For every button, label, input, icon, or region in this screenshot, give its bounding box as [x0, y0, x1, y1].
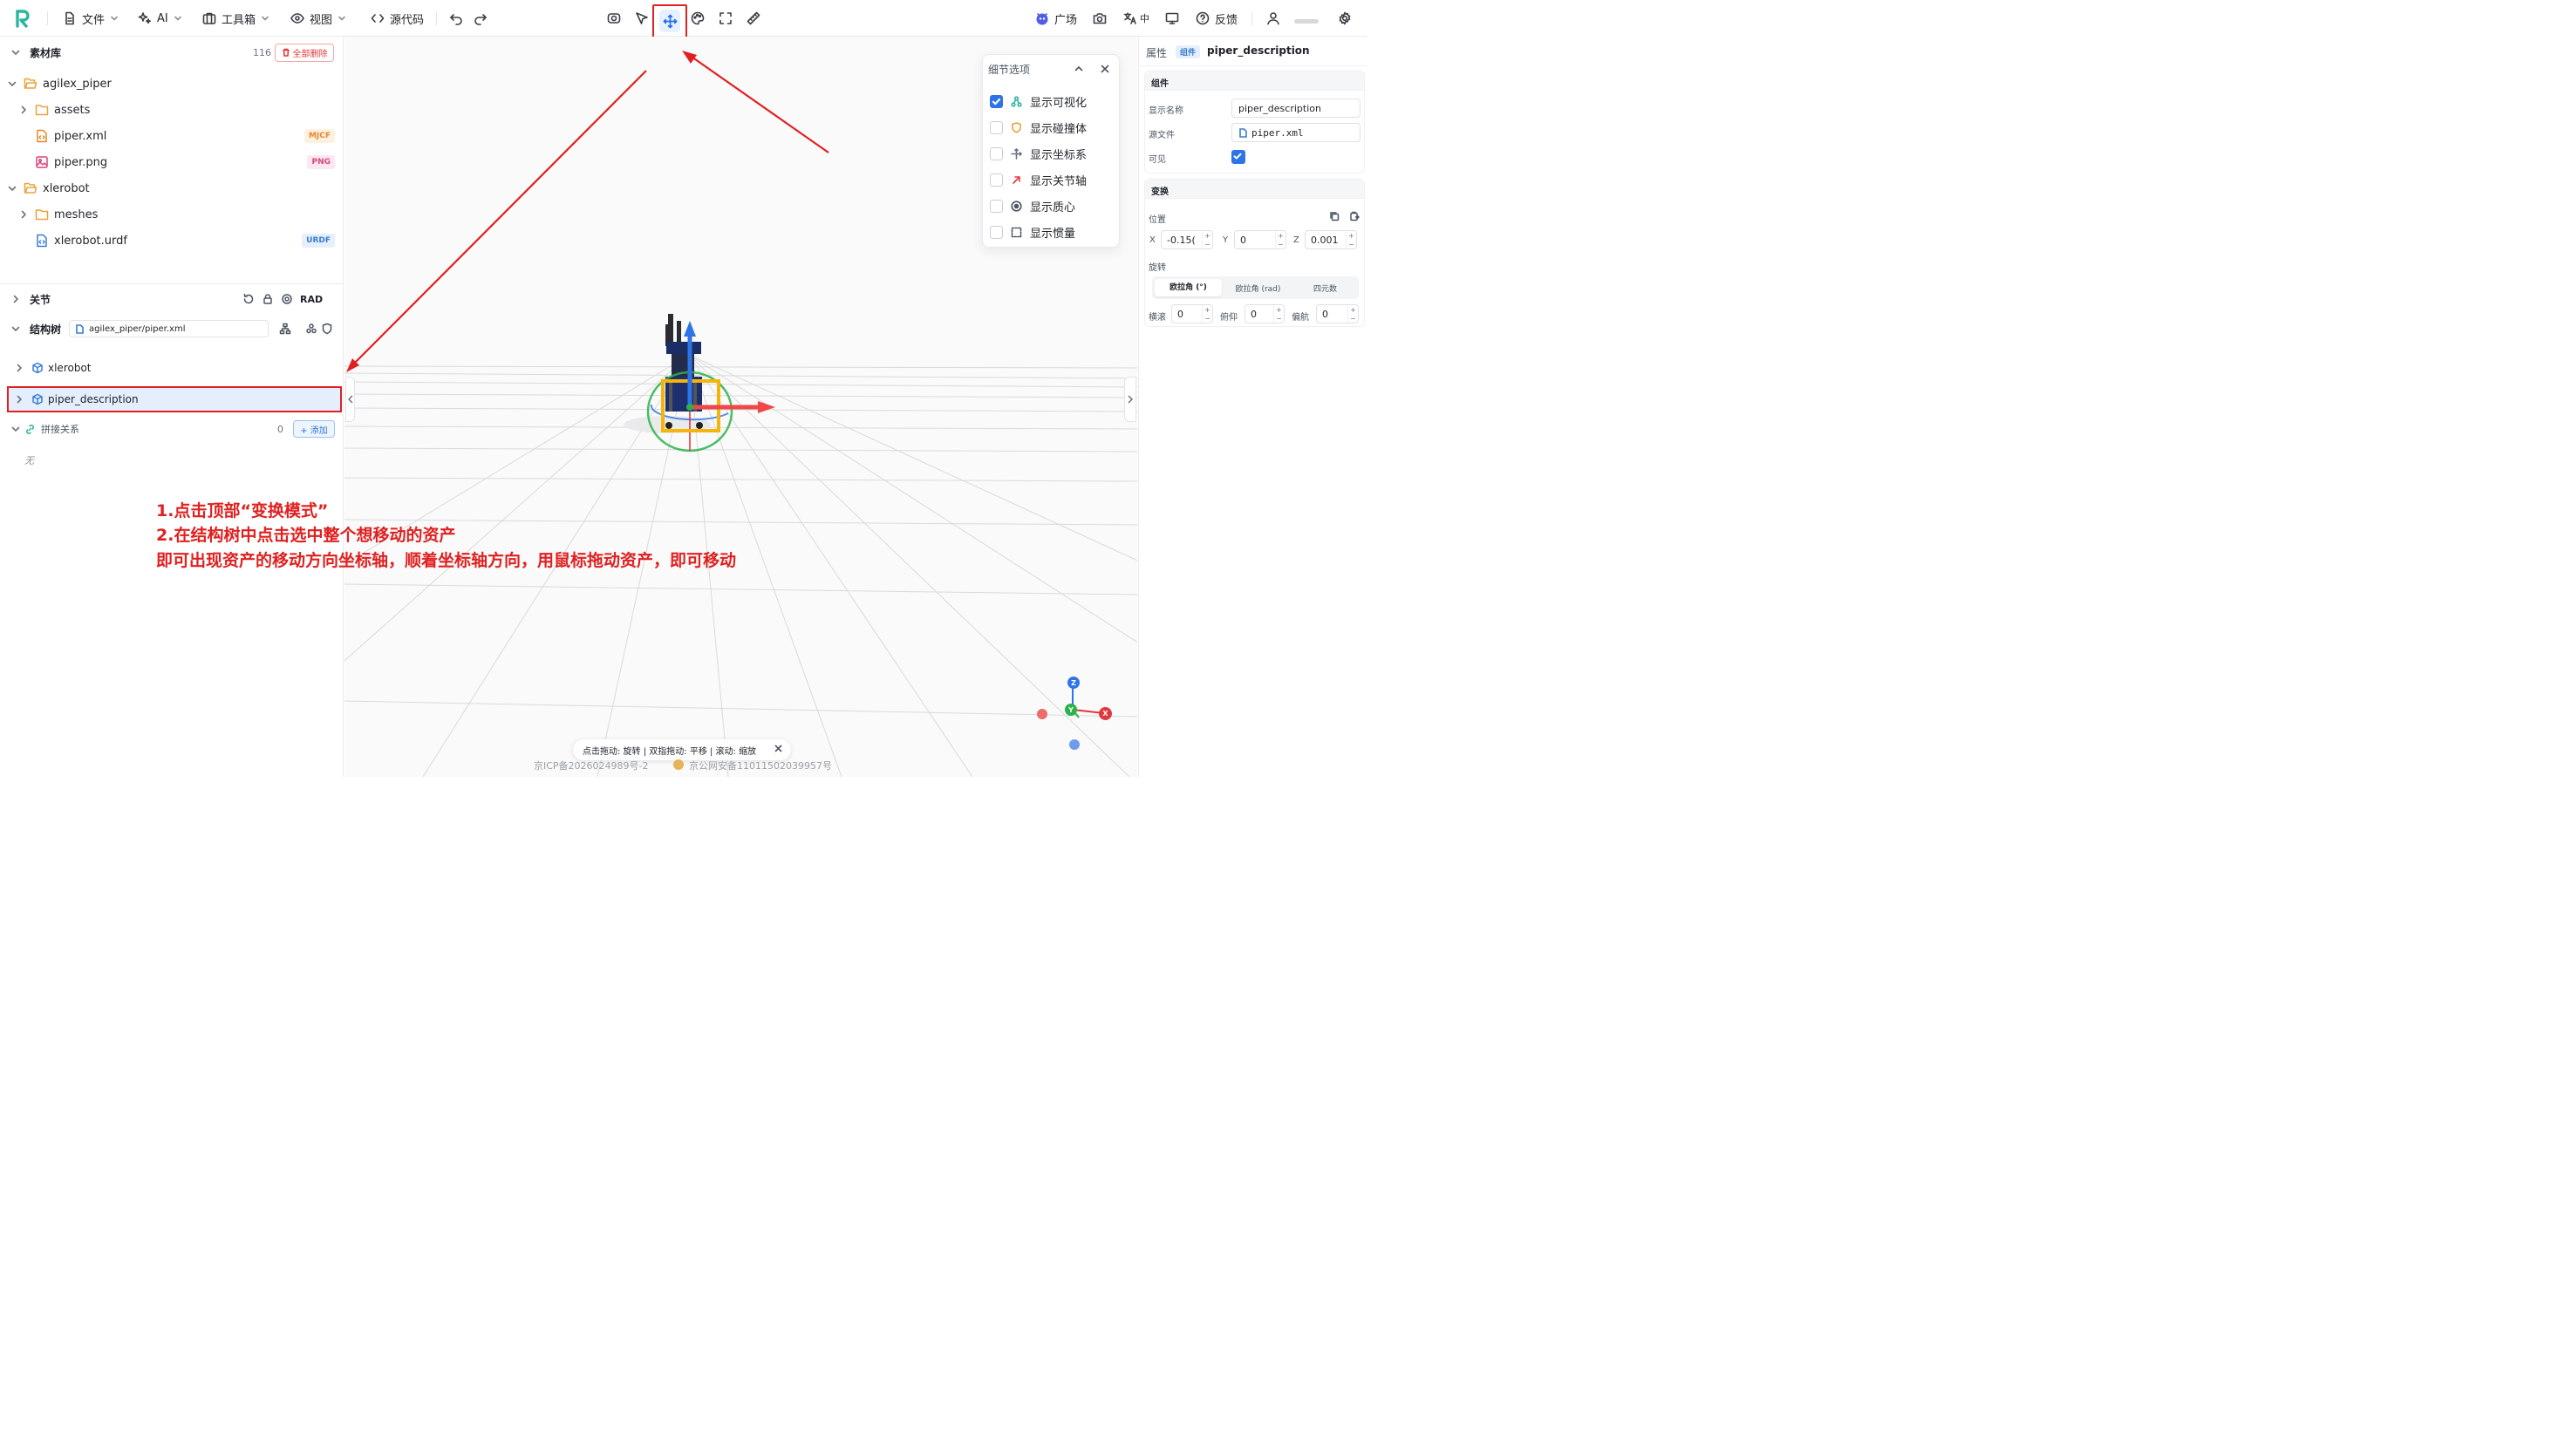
- source-file-field[interactable]: piper.xml: [1231, 123, 1360, 142]
- police-record-link[interactable]: 京公网安备11011502039957号: [689, 759, 832, 772]
- yaw-input[interactable]: 0 + −: [1316, 304, 1359, 323]
- number-stepper[interactable]: + −: [1273, 305, 1284, 323]
- transform-card: 变换 位置 X -0.15( + − Y 0 + − Z 0.001 + − 旋转 欧…: [1144, 179, 1365, 327]
- number-stepper[interactable]: + −: [1346, 231, 1356, 248]
- number-stepper[interactable]: + −: [1202, 231, 1212, 248]
- roll-input[interactable]: 0 + −: [1171, 304, 1213, 323]
- position-x-input[interactable]: -0.15( + −: [1161, 230, 1213, 249]
- instruction-line-2: 2.在结构树中点击选中整个想移动的资产: [156, 526, 456, 545]
- x-axis-label: X: [1149, 235, 1156, 245]
- z-axis-label: Z: [1293, 235, 1299, 245]
- police-badge-icon: [673, 759, 684, 770]
- number-stepper[interactable]: + −: [1202, 305, 1212, 323]
- target-icon: [1011, 200, 1022, 212]
- shield-icon: [1011, 121, 1022, 133]
- paste-icon[interactable]: [1349, 211, 1360, 221]
- component-card-title: 组件: [1145, 71, 1364, 91]
- gizmo-z-axis[interactable]: Z: [1067, 677, 1080, 689]
- yaw-label: 偏航: [1292, 313, 1309, 323]
- checkbox-unchecked[interactable]: [990, 225, 1003, 239]
- option-label: 显示质心: [1030, 201, 1076, 214]
- option-show-center-of-mass[interactable]: 显示质心: [990, 195, 1117, 216]
- option-label: 显示惯量: [1030, 227, 1076, 241]
- option-show-inertia[interactable]: 显示惯量: [990, 221, 1117, 242]
- rotation-mode-tabs: 欧拉角 (°) 欧拉角 (rad) 四元数: [1152, 276, 1359, 299]
- detail-options-header: 细节选项: [983, 55, 1121, 83]
- display-name-input[interactable]: piper_description: [1231, 99, 1360, 118]
- navigation-hint-text: 点击拖动: 旋转 | 双指拖动: 平移 | 滚动: 缩放: [583, 746, 757, 757]
- option-label: 显示碰撞体: [1030, 122, 1088, 136]
- arrow-up-right-icon: [1011, 174, 1022, 186]
- position-z-input[interactable]: 0.001 + −: [1305, 230, 1357, 249]
- checkbox-unchecked[interactable]: [990, 173, 1003, 187]
- option-show-collision[interactable]: 显示碰撞体: [990, 117, 1117, 138]
- copy-icon[interactable]: [1329, 211, 1340, 221]
- chevron-right-icon: [1127, 395, 1134, 404]
- position-x-value: -0.15(: [1167, 234, 1196, 246]
- display-name-label: 显示名称: [1149, 106, 1183, 116]
- properties-header: 属性 组件 piper_description: [1139, 37, 1368, 66]
- visible-label: 可见: [1149, 155, 1166, 165]
- tab-euler-radians[interactable]: 欧拉角 (rad): [1224, 282, 1292, 294]
- close-icon[interactable]: [1100, 64, 1110, 74]
- position-y-value: 0: [1240, 234, 1246, 246]
- roll-label: 横滚: [1149, 313, 1166, 323]
- instruction-line-3: 即可出现资产的移动方向坐标轴，顺着坐标轴方向，用鼠标拖动资产，即可移动: [156, 551, 737, 570]
- gizmo-neg-x-axis[interactable]: [1037, 709, 1047, 719]
- pitch-input[interactable]: 0 + −: [1244, 304, 1285, 323]
- checkbox-unchecked[interactable]: [990, 146, 1003, 160]
- source-file-label: 源文件: [1149, 131, 1175, 140]
- chevron-up-icon[interactable]: [1074, 64, 1084, 74]
- detail-options-panel: 细节选项 显示可视化 显示碰撞体 显示坐标系 显示关节轴 显示质心 显示惯量: [982, 54, 1120, 248]
- checkbox-unchecked[interactable]: [990, 120, 1003, 134]
- pitch-label: 俯仰: [1220, 313, 1238, 323]
- close-icon[interactable]: [774, 744, 783, 753]
- selected-object-name: piper_description: [1207, 44, 1310, 57]
- properties-title: 属性: [1146, 47, 1168, 59]
- roll-value: 0: [1177, 308, 1183, 320]
- chevron-left-icon: [347, 395, 354, 404]
- source-file-name: piper.xml: [1251, 126, 1304, 139]
- checkbox-unchecked[interactable]: [990, 199, 1003, 213]
- option-label: 显示坐标系: [1030, 148, 1088, 162]
- checkbox-checked[interactable]: [990, 94, 1003, 108]
- axes-icon: [1011, 147, 1022, 160]
- pitch-value: 0: [1251, 308, 1257, 320]
- option-show-frames[interactable]: 显示坐标系: [990, 143, 1117, 164]
- option-label: 显示可视化: [1030, 96, 1088, 110]
- icp-record-link[interactable]: 京ICP备2026024989号-2: [534, 759, 649, 772]
- dashed-box-icon: [1011, 227, 1022, 238]
- position-y-input[interactable]: 0 + −: [1234, 230, 1286, 249]
- navigation-hint: 点击拖动: 旋转 | 双指拖动: 平移 | 滚动: 缩放: [573, 739, 791, 760]
- visible-checkbox[interactable]: [1231, 150, 1245, 164]
- position-z-value: 0.001: [1311, 234, 1339, 246]
- option-show-visual[interactable]: 显示可视化: [990, 91, 1117, 112]
- collapse-right-panel-handle[interactable]: [1124, 377, 1136, 422]
- yaw-value: 0: [1322, 308, 1328, 320]
- position-label: 位置: [1149, 215, 1166, 225]
- code-file-icon: [1238, 127, 1248, 138]
- component-badge: 组件: [1176, 45, 1201, 58]
- gizmo-x-axis[interactable]: X: [1099, 707, 1112, 720]
- gizmo-neg-z-axis[interactable]: [1069, 739, 1080, 750]
- visual-nodes-icon: [1011, 95, 1022, 107]
- gizmo-y-axis[interactable]: Y: [1065, 704, 1077, 716]
- tab-quaternion[interactable]: 四元数: [1292, 282, 1359, 294]
- transform-card-title: 变换: [1145, 180, 1364, 199]
- rotation-label: 旋转: [1149, 263, 1166, 273]
- collapse-left-panel-handle[interactable]: [345, 377, 355, 422]
- tab-euler-degrees[interactable]: 欧拉角 (°): [1155, 279, 1222, 296]
- instruction-line-1: 1.点击顶部“变换模式”: [156, 501, 329, 520]
- number-stepper[interactable]: + −: [1275, 231, 1285, 248]
- option-label: 显示关节轴: [1030, 174, 1088, 188]
- component-card: 组件 显示名称 piper_description 源文件 piper.xml …: [1144, 71, 1365, 173]
- properties-panel: 属性 组件 piper_description 组件 显示名称 piper_de…: [1138, 37, 1368, 777]
- detail-options-title: 细节选项: [988, 63, 1031, 76]
- option-show-joint-axes[interactable]: 显示关节轴: [990, 169, 1117, 190]
- y-axis-label: Y: [1223, 235, 1229, 245]
- number-stepper[interactable]: + −: [1347, 305, 1358, 323]
